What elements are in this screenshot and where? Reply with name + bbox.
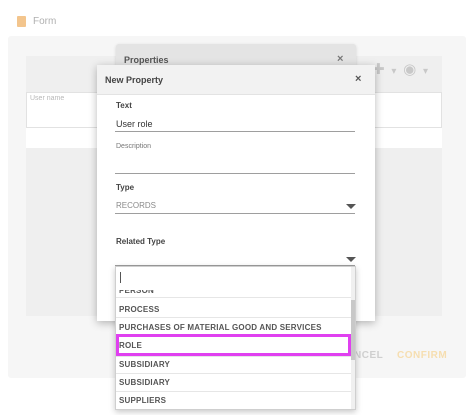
confirm-button[interactable]: CONFIRM — [397, 350, 447, 361]
highlighted-option-box — [116, 334, 351, 356]
option-divider — [116, 391, 351, 392]
chevron-down-icon[interactable]: ▾ — [418, 66, 430, 77]
dropdown-option-subsidiary[interactable]: SUBSIDIARY — [119, 360, 170, 369]
dropdown-option-suppliers[interactable]: SUPPLIERS — [119, 396, 166, 405]
option-divider — [116, 356, 351, 357]
dropdown-option-process[interactable]: PROCESS — [119, 305, 160, 314]
dropdown-option-purchases[interactable]: PURCHASES OF MATERIAL GOOD AND SERVICES — [119, 323, 322, 332]
option-divider — [116, 373, 351, 374]
eye-icon[interactable]: ◉ — [403, 61, 418, 78]
text-input[interactable]: User role — [116, 119, 153, 129]
type-select[interactable]: RECORDS — [116, 201, 156, 210]
option-divider — [116, 317, 351, 318]
form-icon — [17, 16, 26, 27]
related-type-label: Related Type — [116, 237, 166, 246]
description-label: Description — [116, 143, 152, 150]
form-title: Form — [33, 16, 57, 27]
text-label: Text — [116, 101, 132, 110]
dropdown-search-input[interactable] — [115, 266, 356, 288]
dropdown-option-subsidiary-2[interactable]: SUBSIDIARY — [119, 378, 170, 387]
type-label: Type — [116, 183, 135, 192]
dropdown-scrollbar-thumb[interactable] — [351, 300, 355, 360]
properties-title: Properties — [124, 55, 169, 65]
close-icon[interactable]: × — [355, 73, 361, 85]
close-icon[interactable]: × — [337, 53, 343, 65]
user-name-label: User name — [30, 95, 65, 102]
type-select-underline — [115, 213, 355, 214]
chevron-down-icon[interactable]: ▾ — [387, 66, 404, 77]
chevron-down-icon[interactable] — [346, 204, 356, 209]
form-toolbar: ✚ ▾ ◉ ▾ — [372, 60, 430, 78]
cancel-button[interactable]: NCEL — [354, 350, 383, 361]
dialog-title: New Property — [105, 75, 164, 85]
text-cursor — [120, 272, 121, 283]
option-divider — [116, 297, 351, 298]
text-input-underline — [115, 131, 355, 132]
description-input-underline — [115, 173, 355, 174]
chevron-down-icon[interactable] — [346, 257, 356, 262]
